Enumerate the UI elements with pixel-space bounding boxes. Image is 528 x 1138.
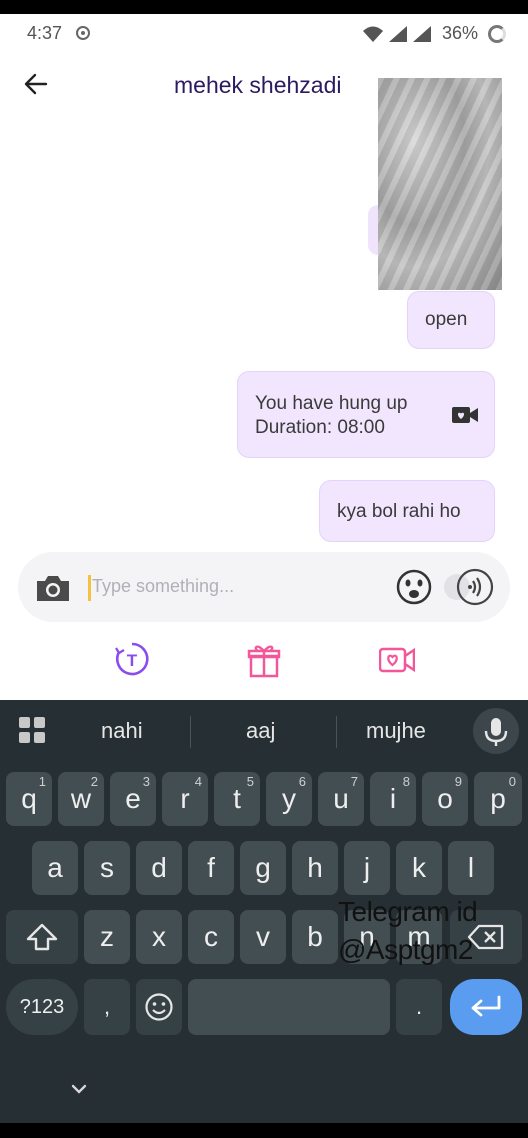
key-v[interactable]: v [240, 910, 286, 964]
key-number-hint: 7 [350, 774, 358, 789]
key-y[interactable]: y6 [266, 772, 312, 826]
signal-icon [389, 25, 407, 42]
key-a[interactable]: a [32, 841, 78, 895]
back-arrow-icon[interactable] [22, 70, 50, 98]
key-w[interactable]: w2 [58, 772, 104, 826]
key-label: i [389, 783, 397, 814]
key-j[interactable]: j [344, 841, 390, 895]
key-number-hint: 9 [454, 774, 462, 789]
key-number-hint: 1 [38, 774, 46, 789]
key-number-hint: 5 [246, 774, 254, 789]
key-x[interactable]: x [136, 910, 182, 964]
hide-keyboard-chevron-icon[interactable] [70, 1080, 88, 1098]
key-number-hint: 2 [90, 774, 98, 789]
watermark-text: Telegram id @Asptgm2 [338, 893, 478, 969]
key-label: e [125, 783, 141, 814]
comma-key[interactable]: , [84, 979, 130, 1035]
signal-icon-2 [413, 25, 431, 42]
enter-arrow-icon [471, 995, 501, 1017]
svg-text:T: T [127, 651, 138, 670]
key-z[interactable]: z [84, 910, 130, 964]
key-number-hint: 0 [508, 774, 516, 789]
key-l[interactable]: l [448, 841, 494, 895]
key-label: y [282, 783, 296, 814]
voice-input-button[interactable] [473, 708, 519, 754]
shift-key[interactable] [6, 910, 78, 964]
key-b[interactable]: b [292, 910, 338, 964]
key-q[interactable]: q1 [6, 772, 52, 826]
key-u[interactable]: u7 [318, 772, 364, 826]
suggestion-divider [190, 716, 191, 748]
key-label: q [21, 783, 37, 814]
video-call-icon [452, 407, 478, 423]
key-label: p [490, 783, 506, 814]
space-key[interactable] [188, 979, 390, 1035]
key-s[interactable]: s [84, 841, 130, 895]
key-number-hint: 3 [142, 774, 150, 789]
emoji-icon [145, 993, 173, 1021]
wifi-icon [363, 26, 383, 42]
watermark-line-2: @Asptgm2 [338, 934, 473, 965]
key-number-hint: 8 [402, 774, 410, 789]
key-f[interactable]: f [188, 841, 234, 895]
gift-icon[interactable] [247, 642, 281, 678]
key-c[interactable]: c [188, 910, 234, 964]
key-i[interactable]: i8 [370, 772, 416, 826]
battery-percent: 36% [442, 23, 479, 43]
key-label: t [233, 783, 241, 814]
key-r[interactable]: r4 [162, 772, 208, 826]
voice-message-icon[interactable] [443, 568, 495, 606]
status-time: 4:37 [27, 23, 63, 43]
camera-icon[interactable] [34, 572, 72, 604]
contact-name[interactable]: mehek shehzadi [174, 72, 342, 99]
emoji-key[interactable] [136, 979, 182, 1035]
key-number-hint: 6 [298, 774, 306, 789]
key-label: w [70, 783, 92, 814]
suggestion-2[interactable]: aaj [246, 718, 275, 744]
message-text: kya bol rahi ho [337, 501, 461, 522]
key-label: o [437, 783, 453, 814]
key-g[interactable]: g [240, 841, 286, 895]
battery-icon [488, 24, 507, 43]
microphone-icon [484, 718, 508, 746]
image-message[interactable] [378, 78, 502, 290]
key-label: u [333, 783, 349, 814]
suggestion-3[interactable]: mujhe [366, 718, 426, 744]
notification-dot-icon [76, 26, 90, 40]
status-bar: 4:37 36% [0, 14, 528, 56]
period-key[interactable]: . [396, 979, 442, 1035]
shift-icon [26, 923, 58, 951]
key-e[interactable]: e3 [110, 772, 156, 826]
top-bezel [0, 0, 528, 14]
key-o[interactable]: o9 [422, 772, 468, 826]
text-translate-icon[interactable]: T [115, 642, 149, 678]
message-bubble: kya bol rahi ho [319, 480, 495, 542]
key-k[interactable]: k [396, 841, 442, 895]
key-h[interactable]: h [292, 841, 338, 895]
watermark-line-1: Telegram id [338, 896, 478, 927]
key-t[interactable]: t5 [214, 772, 260, 826]
call-log-bubble[interactable]: You have hung up Duration: 08:00 [237, 371, 495, 458]
suggestion-divider [336, 716, 337, 748]
key-number-hint: 4 [194, 774, 202, 789]
symbols-key[interactable]: ?123 [6, 979, 78, 1035]
message-bubble: open [407, 291, 495, 349]
message-input[interactable]: Type something... [92, 576, 234, 597]
text-cursor [88, 575, 91, 601]
apps-grid-icon[interactable] [18, 716, 46, 744]
video-call-button-icon[interactable] [379, 642, 415, 678]
key-p[interactable]: p0 [474, 772, 522, 826]
bottom-bezel [0, 1123, 528, 1138]
emoji-icon[interactable] [395, 568, 433, 606]
enter-key[interactable] [450, 979, 522, 1035]
key-label: r [180, 783, 190, 814]
key-d[interactable]: d [136, 841, 182, 895]
suggestion-1[interactable]: nahi [101, 718, 143, 744]
status-right: 36% [362, 23, 507, 44]
message-text: open [425, 309, 468, 330]
